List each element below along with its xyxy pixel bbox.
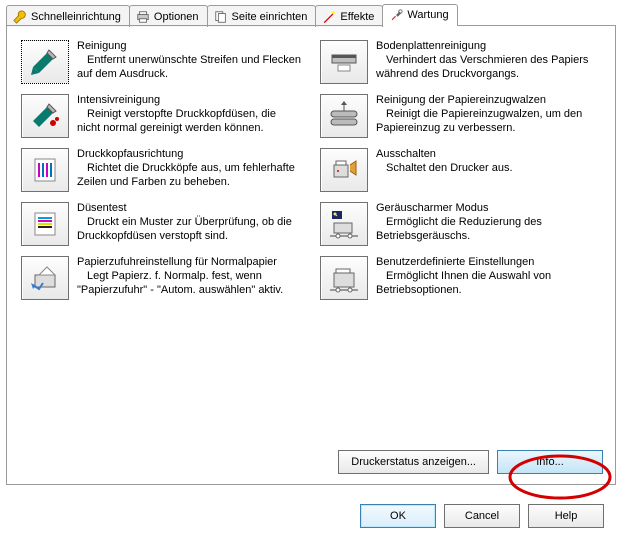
item-title: Reinigung [77, 40, 302, 54]
item-desc: Druckt ein Muster zur Überprüfung, ob di… [77, 216, 302, 244]
item-desc: Legt Papierz. f. Normalp. fest, wenn "Pa… [77, 270, 302, 298]
tab-options[interactable]: Optionen [129, 5, 208, 27]
power-off-icon [328, 155, 360, 185]
maintenance-grid: Reinigung Entfernt unerwünschte Streifen… [21, 40, 601, 300]
item-paper-source: Papierzufuhreinstellung für Normalpapier… [21, 256, 302, 300]
nozzle-check-button[interactable] [21, 202, 69, 246]
tab-quick-setup[interactable]: Schnelleinrichtung [6, 5, 130, 27]
tab-label: Schnelleinrichtung [31, 11, 121, 23]
tab-label: Seite einrichten [232, 11, 308, 23]
wand-icon [322, 10, 336, 24]
maintenance-panel: Reinigung Entfernt unerwünschte Streifen… [6, 25, 616, 485]
printer-icon [136, 10, 150, 24]
quiet-mode-button[interactable] [320, 202, 368, 246]
item-text: Druckkopfausrichtung Richtet die Druckkö… [77, 148, 302, 192]
item-quiet-mode: Geräuscharmer Modus Ermöglicht die Reduz… [320, 202, 601, 246]
item-title: Düsentest [77, 202, 302, 216]
wrench-icon [13, 10, 27, 24]
item-title: Papierzufuhreinstellung für Normalpapier [77, 256, 302, 270]
tab-label: Optionen [154, 11, 199, 23]
item-title: Ausschalten [376, 148, 513, 162]
item-text: Papierzufuhreinstellung für Normalpapier… [77, 256, 302, 300]
item-title: Benutzerdefinierte Einstellungen [376, 256, 601, 270]
item-title: Bodenplattenreinigung [376, 40, 601, 54]
item-cleaning: Reinigung Entfernt unerwünschte Streifen… [21, 40, 302, 84]
item-desc: Ermöglicht Ihnen die Auswahl von Betrieb… [376, 270, 601, 298]
item-deep-cleaning: Intensivreinigung Reinigt verstopfte Dru… [21, 94, 302, 138]
item-desc: Entfernt unerwünschte Streifen und Fleck… [77, 54, 302, 82]
quiet-mode-icon [328, 209, 360, 239]
item-nozzle-check: Düsentest Druckt ein Muster zur Überprüf… [21, 202, 302, 246]
tab-label: Wartung [407, 9, 448, 21]
item-desc: Reinigt verstopfte Druckkopfdüsen, die n… [77, 108, 302, 136]
help-button[interactable]: Help [528, 504, 604, 528]
paper-source-icon [29, 263, 61, 293]
tab-strip: Schnelleinrichtung Optionen Seite einric… [0, 0, 622, 25]
item-title: Druckkopfausrichtung [77, 148, 302, 162]
panel-button-row: Druckerstatus anzeigen... Info... [338, 450, 603, 474]
tab-maintenance[interactable]: Wartung [382, 4, 457, 26]
item-bottom-plate: Bodenplattenreinigung Verhindert das Ver… [320, 40, 601, 84]
item-text: Reinigung der Papiereinzugwalzen Reinigt… [376, 94, 601, 138]
item-title: Intensivreinigung [77, 94, 302, 108]
item-text: Intensivreinigung Reinigt verstopfte Dru… [77, 94, 302, 138]
item-text: Reinigung Entfernt unerwünschte Streifen… [77, 40, 302, 84]
item-title: Geräuscharmer Modus [376, 202, 601, 216]
item-custom-settings: Benutzerdefinierte Einstellungen Ermögli… [320, 256, 601, 300]
head-alignment-button[interactable] [21, 148, 69, 192]
item-text: Benutzerdefinierte Einstellungen Ermögli… [376, 256, 601, 300]
item-roller-cleaning: Reinigung der Papiereinzugwalzen Reinigt… [320, 94, 601, 138]
dialog-footer: OK Cancel Help [360, 504, 604, 528]
deep-cleaning-icon [29, 101, 61, 131]
item-desc: Reinigt die Papiereinzugwalzen, um den P… [376, 108, 601, 136]
item-text: Düsentest Druckt ein Muster zur Überprüf… [77, 202, 302, 246]
item-power-off: Ausschalten Schaltet den Drucker aus. [320, 148, 601, 192]
nozzle-check-icon [29, 209, 61, 239]
cleaning-button[interactable] [21, 40, 69, 84]
cleaning-icon [29, 47, 61, 77]
item-title: Reinigung der Papiereinzugwalzen [376, 94, 601, 108]
power-off-button[interactable] [320, 148, 368, 192]
pages-icon [214, 10, 228, 24]
item-desc: Ermöglicht die Reduzierung des Betriebsg… [376, 216, 601, 244]
about-button[interactable]: Info... [497, 450, 603, 474]
bottom-plate-icon [328, 47, 360, 77]
tab-effects[interactable]: Effekte [315, 5, 383, 27]
tab-page-setup[interactable]: Seite einrichten [207, 5, 317, 27]
roller-icon [328, 101, 360, 131]
ok-button[interactable]: OK [360, 504, 436, 528]
bottom-plate-button[interactable] [320, 40, 368, 84]
item-text: Ausschalten Schaltet den Drucker aus. [376, 148, 513, 192]
item-text: Geräuscharmer Modus Ermöglicht die Reduz… [376, 202, 601, 246]
alignment-icon [29, 155, 61, 185]
printer-status-button[interactable]: Druckerstatus anzeigen... [338, 450, 489, 474]
item-desc: Richtet die Druckköpfe aus, um fehlerhaf… [77, 162, 302, 190]
roller-cleaning-button[interactable] [320, 94, 368, 138]
tab-label: Effekte [340, 11, 374, 23]
tools-icon [389, 8, 403, 22]
paper-source-button[interactable] [21, 256, 69, 300]
item-text: Bodenplattenreinigung Verhindert das Ver… [376, 40, 601, 84]
cancel-button[interactable]: Cancel [444, 504, 520, 528]
item-head-alignment: Druckkopfausrichtung Richtet die Druckkö… [21, 148, 302, 192]
item-desc: Schaltet den Drucker aus. [376, 162, 513, 176]
item-desc: Verhindert das Verschmieren des Papiers … [376, 54, 601, 82]
custom-settings-icon [328, 263, 360, 293]
custom-settings-button[interactable] [320, 256, 368, 300]
deep-cleaning-button[interactable] [21, 94, 69, 138]
